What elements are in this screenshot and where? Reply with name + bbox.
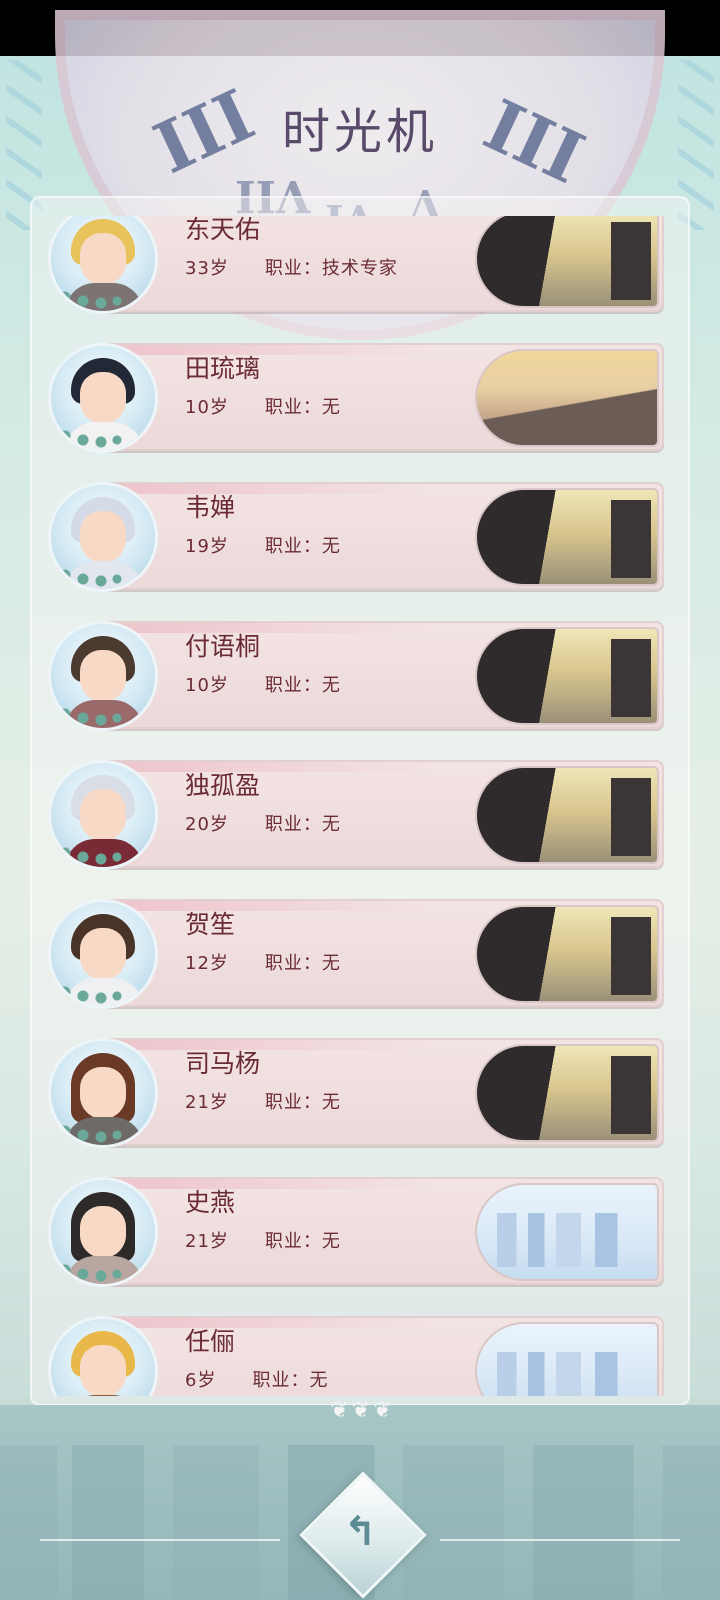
character-info: 19岁 职业：无 (185, 532, 341, 558)
character-name: 付语桐 (185, 632, 261, 661)
character-info: 33岁 职业：技术专家 (185, 254, 398, 280)
character-card[interactable]: 东天佑 33岁 职业：技术专家 (30, 216, 690, 314)
character-name: 司马杨 (185, 1049, 261, 1078)
character-job: 职业：无 (264, 1092, 341, 1113)
character-info: 10岁 职业：无 (185, 393, 341, 419)
scene-thumbnail (475, 488, 659, 586)
scene-thumbnail (475, 905, 659, 1003)
character-job: 职业：无 (264, 953, 341, 974)
scene-thumbnail (475, 349, 659, 447)
character-avatar (48, 1177, 158, 1287)
scene-thumbnail (475, 766, 659, 864)
character-age: 21岁 (185, 1231, 229, 1252)
character-info: 21岁 职业：无 (185, 1227, 341, 1253)
character-name: 史燕 (185, 1188, 236, 1217)
scene-thumbnail (475, 216, 659, 308)
character-info: 6岁 职业：无 (185, 1366, 328, 1392)
character-avatar (48, 621, 158, 731)
character-name: 任俪 (185, 1327, 236, 1356)
character-age: 6岁 (185, 1370, 217, 1391)
character-card[interactable]: 田琉璃 10岁 职业：无 (30, 333, 690, 453)
character-card[interactable]: 史燕 21岁 职业：无 (30, 1167, 690, 1287)
scene-thumbnail (475, 1044, 659, 1142)
character-list[interactable]: 东天佑 33岁职业：技术专家 田琉璃 10岁职业：无 韦婵 19岁职业：无 (30, 216, 690, 1396)
character-age: 10岁 (185, 397, 229, 418)
character-info: 21岁 职业：无 (185, 1088, 341, 1114)
character-age: 33岁 (185, 258, 229, 279)
character-avatar (48, 482, 158, 592)
character-info: 20岁 职业：无 (185, 810, 341, 836)
footer-divider-right (440, 1539, 680, 1541)
footer-divider-left (40, 1539, 280, 1541)
back-arrow-icon[interactable]: ↰ (318, 1490, 402, 1574)
character-age: 19岁 (185, 536, 229, 557)
character-job: 职业：无 (264, 814, 341, 835)
character-avatar (48, 1038, 158, 1148)
character-card[interactable]: 任俪 6岁 职业：无 (30, 1306, 690, 1396)
character-card[interactable]: 付语桐 10岁 职业：无 (30, 611, 690, 731)
character-info: 12岁 职业：无 (185, 949, 341, 975)
character-card[interactable]: 贺笙 12岁 职业：无 (30, 889, 690, 1009)
character-name: 田琉璃 (185, 354, 261, 383)
character-job: 职业：无 (264, 675, 341, 696)
character-avatar (48, 760, 158, 870)
scene-thumbnail (475, 1183, 659, 1281)
character-card[interactable]: 独孤盈 20岁 职业：无 (30, 750, 690, 870)
character-card[interactable]: 司马杨 21岁 职业：无 (30, 1028, 690, 1148)
character-job: 职业：无 (252, 1370, 329, 1391)
character-name: 贺笙 (185, 910, 236, 939)
character-job: 职业：无 (264, 1231, 341, 1252)
character-name: 韦婵 (185, 493, 236, 522)
character-avatar (48, 899, 158, 1009)
character-job: 职业：无 (264, 536, 341, 557)
character-age: 20岁 (185, 814, 229, 835)
character-age: 21岁 (185, 1092, 229, 1113)
character-name: 独孤盈 (185, 771, 261, 800)
character-age: 10岁 (185, 675, 229, 696)
character-card[interactable]: 韦婵 19岁 职业：无 (30, 472, 690, 592)
page-title: 时光机 (281, 104, 438, 160)
character-avatar (48, 343, 158, 453)
scroll-ornament-icon: ❦ ❦ ❦ (330, 1398, 391, 1423)
character-name: 东天佑 (185, 216, 261, 244)
character-list-panel: 东天佑 33岁职业：技术专家 田琉璃 10岁职业：无 韦婵 19岁职业：无 (30, 196, 690, 1406)
character-age: 12岁 (185, 953, 229, 974)
scene-thumbnail (475, 627, 659, 725)
character-info: 10岁 职业：无 (185, 671, 341, 697)
character-job: 职业：技术专家 (264, 258, 398, 279)
scene-thumbnail (475, 1322, 659, 1396)
character-job: 职业：无 (264, 397, 341, 418)
